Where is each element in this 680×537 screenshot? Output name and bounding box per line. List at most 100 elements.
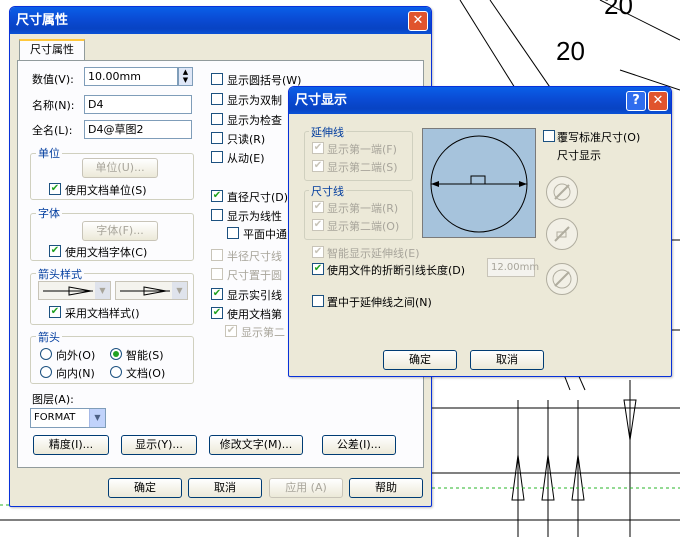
smart-ext-label: 智能显示延伸线(E) [327,247,420,260]
in-plane-checkbox[interactable] [227,227,239,239]
radio-inside-label: 向内(N) [56,367,95,380]
ext-first-checkbox[interactable]: ✔ [312,142,324,154]
show-leader-checkbox[interactable]: ✔ [211,288,223,300]
chevron-down-icon: ▼ [89,409,105,427]
tolerance-button[interactable]: 公差(I)... [322,435,396,455]
close-icon[interactable]: ✕ [648,91,668,111]
unit-button[interactable]: 单位(U)... [82,158,158,178]
show-inspection-checkbox[interactable] [211,113,223,125]
display-button[interactable]: 显示(Y)... [121,435,197,455]
show-parentheses-checkbox[interactable] [211,73,223,85]
arrow-right-icon [120,286,170,296]
radio-outside[interactable] [40,348,52,360]
dimension-display-dialog: 尺寸显示 ? ✕ 延伸线 ✔ 显示第一端(F) ✔ 显示第二端(S) 尺寸线 ✔… [288,86,672,377]
smart-ext-checkbox[interactable]: ✔ [312,246,324,258]
in-plane-label: 平面中通 [243,228,287,241]
circle-diameter-preview-icon [430,135,528,233]
use-doc-style-checkbox[interactable]: ✔ [49,306,61,318]
value-spinner[interactable]: ▲ ▼ [178,67,193,86]
name-label: 名称(N): [32,99,75,112]
ok-button[interactable]: 确定 [108,478,182,498]
ext-second-label: 显示第二端(S) [327,161,398,174]
dimension-line-group-label: 尺寸线 [309,183,346,199]
center-between-checkbox[interactable] [312,295,324,307]
linear-style-icon[interactable] [546,263,578,295]
name-input[interactable]: D4 [84,95,192,114]
font-button[interactable]: 字体(F)... [82,221,158,241]
arrow-style-group-label: 箭头样式 [36,266,84,282]
show-dual-label: 显示为双制 [227,94,282,107]
ext-second-checkbox[interactable]: ✔ [312,160,324,172]
radius-style-icon[interactable] [546,218,578,250]
override-standard-checkbox[interactable] [543,130,555,142]
dialog-title: 尺寸显示 [295,93,348,108]
radio-outside-label: 向外(O) [56,349,96,362]
dimension-display-label: 尺寸显示 [557,149,601,162]
dim-on-circle-checkbox[interactable] [211,268,223,280]
arrow-style-select-left[interactable]: ▼ [38,281,111,300]
layer-label: 图层(A): [32,393,74,406]
display-cancel-button[interactable]: 取消 [470,350,544,370]
extension-line-group-label: 延伸线 [309,124,346,140]
use-doc-second-label: 使用文档第 [227,308,282,321]
diameter-style-icon[interactable] [546,176,578,208]
apply-button[interactable]: 应用 (A) [269,478,343,498]
read-only-label: 只读(R) [227,133,266,146]
use-doc-break-checkbox[interactable]: ✔ [312,263,324,275]
show-second-label: 显示第二 [241,326,285,339]
dim-on-circle-label: 尺寸置于圆 [227,269,282,282]
display-ok-button[interactable]: 确定 [383,350,457,370]
dim-first-checkbox[interactable]: ✔ [312,201,324,213]
show-parentheses-label: 显示圆括号(W) [227,74,302,87]
arrow-group-label: 箭头 [36,329,62,345]
help-button[interactable]: 帮助 [349,478,423,498]
chevron-down-icon: ▼ [95,282,110,299]
drawing-number: 20 [556,36,585,66]
tab-label: 尺寸属性 [30,43,74,56]
radio-smart[interactable] [110,348,122,360]
driven-checkbox[interactable] [211,151,223,163]
show-dual-checkbox[interactable] [211,93,223,105]
radio-inside[interactable] [40,366,52,378]
modify-text-button[interactable]: 修改文字(M)... [209,435,303,455]
font-group-label: 字体 [36,205,62,221]
radius-line-checkbox[interactable] [211,249,223,261]
radio-smart-label: 智能(S) [126,349,164,362]
radio-doc-label: 文档(O) [126,367,166,380]
dialog-titlebar[interactable]: 尺寸显示 [289,87,671,114]
fullname-input[interactable]: D4@草图2 [84,120,192,139]
use-doc-unit-checkbox[interactable]: ✔ [49,183,61,195]
use-doc-second-checkbox[interactable]: ✔ [211,307,223,319]
diameter-dimension-checkbox[interactable]: ✔ [211,190,223,202]
show-inspection-label: 显示为检查 [227,114,282,127]
unit-group-label: 单位 [36,145,62,161]
value-input[interactable]: 10.00mm [84,67,178,86]
driven-label: 从动(E) [227,152,265,165]
dialog-titlebar[interactable]: 尺寸属性 [10,7,431,34]
precision-button[interactable]: 精度(I)... [33,435,109,455]
use-doc-font-label: 使用文档字体(C) [65,246,148,259]
cancel-button[interactable]: 取消 [188,478,262,498]
show-second-checkbox[interactable]: ✔ [225,325,237,337]
use-doc-unit-label: 使用文档单位(S) [65,184,147,197]
dialog-title: 尺寸属性 [16,13,69,28]
radio-doc[interactable] [110,366,122,378]
dim-first-label: 显示第一端(R) [327,202,399,215]
layer-select[interactable]: FORMAT ▼ [30,408,106,428]
break-length-input[interactable]: 12.00mm [487,258,539,277]
value-label: 数值(V): [32,73,74,86]
fullname-label: 全名(L): [32,124,73,137]
arrow-style-select-right[interactable]: ▼ [115,281,188,300]
use-doc-font-checkbox[interactable]: ✔ [49,245,61,257]
close-icon[interactable]: ✕ [408,11,428,31]
use-doc-break-label: 使用文件的折断引线长度(D) [327,264,466,277]
read-only-checkbox[interactable] [211,132,223,144]
drawing-number: 20 [604,0,633,20]
help-icon[interactable]: ? [626,91,646,111]
dimension-preview [422,128,536,238]
tab-dimension-properties[interactable]: 尺寸属性 [19,39,85,61]
show-linear-checkbox[interactable] [211,209,223,221]
center-between-label: 置中于延伸线之间(N) [327,296,432,309]
dim-second-checkbox[interactable]: ✔ [312,219,324,231]
ext-first-label: 显示第一端(F) [327,143,397,156]
